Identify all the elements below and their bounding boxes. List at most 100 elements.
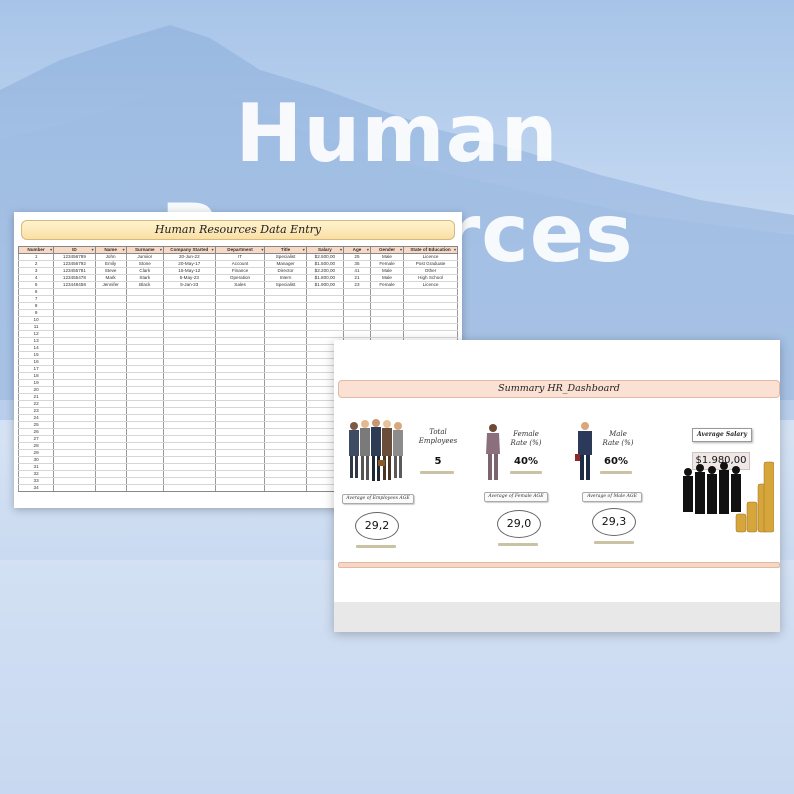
- filter-dropdown-icon[interactable]: ▾: [123, 248, 125, 253]
- table-cell[interactable]: 25: [343, 253, 371, 261]
- table-cell[interactable]: [125, 456, 164, 464]
- table-cell[interactable]: [162, 456, 216, 464]
- table-cell[interactable]: 123448458: [53, 281, 96, 289]
- column-header[interactable]: Number ▾: [17, 246, 55, 254]
- table-cell[interactable]: [369, 323, 405, 331]
- table-cell[interactable]: [214, 428, 266, 436]
- table-cell[interactable]: [94, 421, 127, 429]
- table-cell[interactable]: [94, 435, 127, 443]
- table-cell[interactable]: [264, 435, 307, 443]
- table-cell[interactable]: [125, 428, 164, 436]
- table-cell[interactable]: [53, 316, 96, 324]
- table-cell[interactable]: [53, 337, 96, 345]
- table-cell[interactable]: [53, 456, 96, 464]
- table-cell[interactable]: [264, 393, 307, 401]
- table-cell[interactable]: [94, 337, 127, 345]
- table-cell[interactable]: [94, 379, 127, 387]
- table-cell[interactable]: Director: [264, 267, 307, 275]
- table-cell[interactable]: [264, 463, 307, 471]
- table-cell[interactable]: [369, 330, 405, 338]
- table-cell[interactable]: IT: [214, 253, 266, 261]
- table-cell[interactable]: 16: [17, 358, 55, 366]
- table-cell[interactable]: [264, 288, 307, 296]
- table-cell[interactable]: Sales: [214, 281, 266, 289]
- table-cell[interactable]: [162, 379, 216, 387]
- table-cell[interactable]: Female: [369, 260, 405, 268]
- table-cell[interactable]: [162, 393, 216, 401]
- table-cell[interactable]: [214, 463, 266, 471]
- table-cell[interactable]: [94, 400, 127, 408]
- table-cell[interactable]: Finance: [214, 267, 266, 275]
- table-cell[interactable]: Male: [369, 274, 405, 282]
- column-header[interactable]: Department ▾: [214, 246, 266, 254]
- table-cell[interactable]: Clark: [125, 267, 164, 275]
- table-cell[interactable]: 21: [17, 393, 55, 401]
- table-cell[interactable]: Stone: [125, 260, 164, 268]
- column-header[interactable]: State of Education ▾: [403, 246, 458, 254]
- table-cell[interactable]: [214, 295, 266, 303]
- table-cell[interactable]: Jumiior: [125, 253, 164, 261]
- table-cell[interactable]: Stark: [125, 274, 164, 282]
- table-cell[interactable]: [125, 309, 164, 317]
- table-cell[interactable]: 26: [17, 428, 55, 436]
- table-cell[interactable]: [53, 421, 96, 429]
- table-cell[interactable]: 123455781: [53, 267, 96, 275]
- filter-dropdown-icon[interactable]: ▾: [340, 248, 342, 253]
- table-cell[interactable]: [162, 449, 216, 457]
- table-cell[interactable]: 123456789: [53, 253, 96, 261]
- table-cell[interactable]: Black: [125, 281, 164, 289]
- table-cell[interactable]: [53, 393, 96, 401]
- table-cell[interactable]: [162, 344, 216, 352]
- table-cell[interactable]: [94, 386, 127, 394]
- table-cell[interactable]: [125, 442, 164, 450]
- table-cell[interactable]: [53, 372, 96, 380]
- table-cell[interactable]: [343, 309, 371, 317]
- table-cell[interactable]: 35: [343, 260, 371, 268]
- table-cell[interactable]: [53, 400, 96, 408]
- table-cell[interactable]: $1.900,00: [305, 281, 345, 289]
- table-cell[interactable]: [94, 414, 127, 422]
- table-cell[interactable]: [305, 295, 345, 303]
- table-cell[interactable]: $2.500,00: [305, 253, 345, 261]
- table-cell[interactable]: 15: [17, 351, 55, 359]
- table-cell[interactable]: [403, 316, 458, 324]
- table-cell[interactable]: [343, 330, 371, 338]
- table-cell[interactable]: [125, 288, 164, 296]
- table-cell[interactable]: [94, 456, 127, 464]
- table-cell[interactable]: [125, 400, 164, 408]
- table-cell[interactable]: Licence: [403, 253, 458, 261]
- table-cell[interactable]: [125, 407, 164, 415]
- table-cell[interactable]: [264, 449, 307, 457]
- table-cell[interactable]: [162, 288, 216, 296]
- table-cell[interactable]: [162, 365, 216, 373]
- table-cell[interactable]: 15-May-12: [162, 267, 216, 275]
- table-cell[interactable]: [403, 295, 458, 303]
- table-cell[interactable]: [214, 421, 266, 429]
- table-cell[interactable]: [162, 309, 216, 317]
- table-cell[interactable]: [94, 442, 127, 450]
- table-cell[interactable]: [162, 358, 216, 366]
- table-cell[interactable]: [125, 323, 164, 331]
- table-cell[interactable]: [264, 295, 307, 303]
- table-cell[interactable]: [264, 358, 307, 366]
- table-cell[interactable]: $1.500,00: [305, 260, 345, 268]
- column-header[interactable]: Surname ▾: [125, 246, 164, 254]
- table-cell[interactable]: [214, 449, 266, 457]
- table-cell[interactable]: Licence: [403, 281, 458, 289]
- table-cell[interactable]: [264, 470, 307, 478]
- table-cell[interactable]: [125, 295, 164, 303]
- table-cell[interactable]: [125, 470, 164, 478]
- table-cell[interactable]: 7: [17, 295, 55, 303]
- table-cell[interactable]: Emily: [94, 260, 127, 268]
- table-cell[interactable]: Manager: [264, 260, 307, 268]
- table-cell[interactable]: [53, 288, 96, 296]
- table-cell[interactable]: 10: [17, 316, 55, 324]
- table-cell[interactable]: [264, 316, 307, 324]
- table-cell[interactable]: [125, 421, 164, 429]
- table-cell[interactable]: John: [94, 253, 127, 261]
- table-cell[interactable]: 5-Jan-23: [162, 281, 216, 289]
- table-cell[interactable]: [264, 421, 307, 429]
- table-cell[interactable]: 31: [17, 463, 55, 471]
- table-cell[interactable]: 22: [17, 400, 55, 408]
- filter-dropdown-icon[interactable]: ▾: [400, 248, 402, 253]
